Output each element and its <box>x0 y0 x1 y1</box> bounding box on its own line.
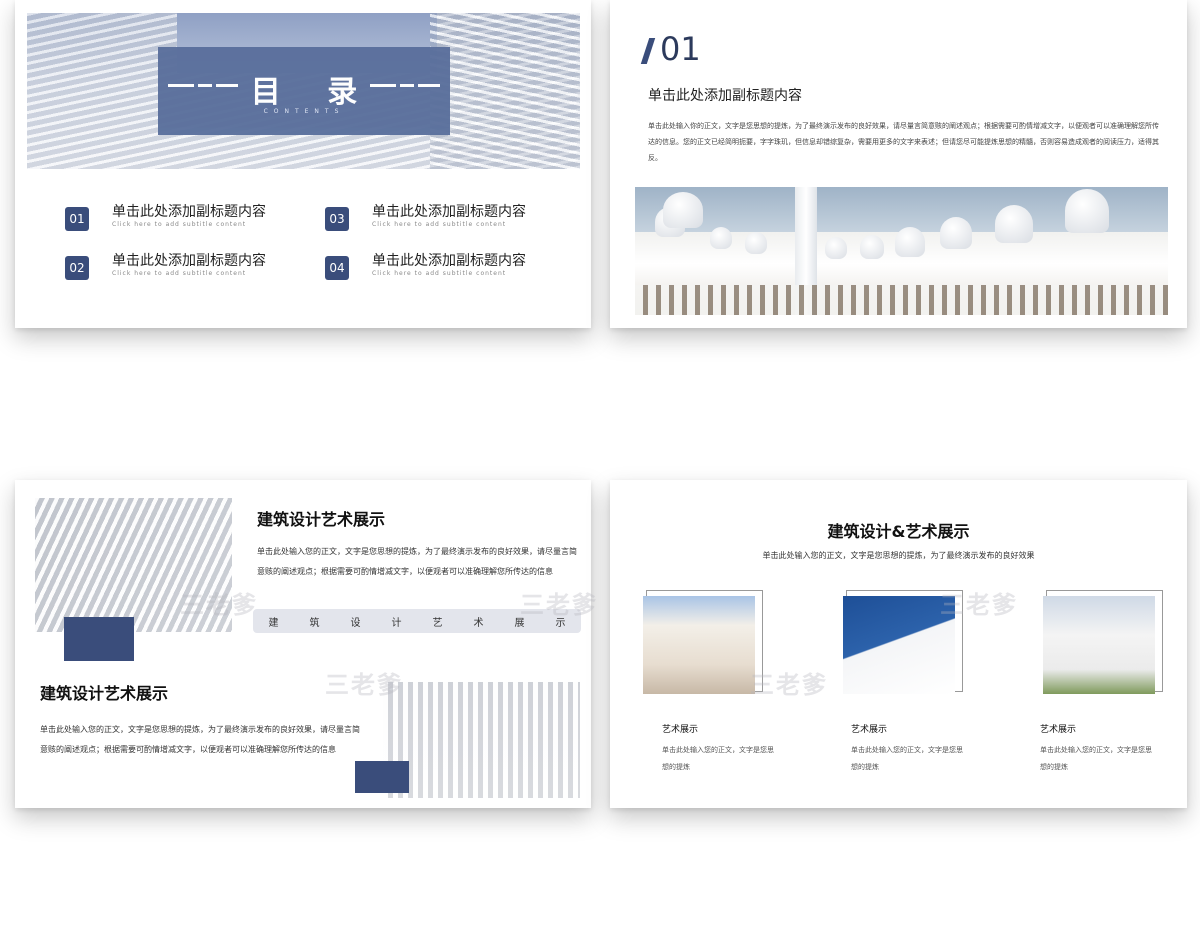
card-body: 单击此处输入您的正文，文字是您思想的提炼 <box>851 746 963 771</box>
toc-item-subtitle: Click here to add subtitle content <box>112 270 247 277</box>
bar-char: 术 <box>473 617 484 629</box>
toc-item-subtitle: Click here to add subtitle content <box>112 221 247 228</box>
section-heading: 建筑设计艺术展示 <box>257 510 386 529</box>
toc-item-subtitle: Click here to add subtitle content <box>372 270 507 277</box>
watermark: 三老爹 <box>325 671 403 699</box>
card-heading: 艺术展示 <box>851 725 888 735</box>
section-body-text: 单击此处输入你的正文，文字是您思想的提炼，为了最终演示发布的良好效果，请尽量言简… <box>648 122 1159 162</box>
section-body-text: 单击此处输入您的正文，文字是您思想的提炼，为了最终演示发布的良好效果，请尽量言简… <box>40 725 360 754</box>
slide-section-01[interactable]: 01 单击此处添加副标题内容 单击此处输入你的正文，文字是您思想的提炼，为了最终… <box>610 0 1187 328</box>
card-body: 单击此处输入您的正文，文字是您思想的提炼 <box>662 746 774 771</box>
navy-accent-block <box>64 617 134 661</box>
slide-architecture-gallery[interactable]: 建筑设计&艺术展示 单击此处输入您的正文，文字是您思想的提炼，为了最终演示发布的… <box>610 480 1187 808</box>
bar-char: 建 <box>268 617 279 629</box>
toc-item-subtitle: Click here to add subtitle content <box>372 221 507 228</box>
arcade <box>635 285 1168 315</box>
toc-item-title: 单击此处添加副标题内容 <box>112 253 266 269</box>
watermark: 三老爹 <box>940 591 1018 619</box>
watermark: 三老爹 <box>520 591 598 619</box>
contents-subtitle: CONTENTS <box>263 108 345 115</box>
mosque-photo <box>635 187 1168 315</box>
contents-title: 目 录 <box>250 75 376 110</box>
toc-item-title: 单击此处添加副标题内容 <box>372 204 526 220</box>
contents-title-box: 目 录 CONTENTS <box>158 47 450 135</box>
hero-ribs <box>430 13 580 169</box>
card-body: 单击此处输入您的正文，文字是您思想的提炼 <box>1040 746 1152 771</box>
bar-char: 设 <box>350 617 361 629</box>
card-photo-balconies <box>643 596 755 694</box>
watermark: 三老爹 <box>750 671 828 699</box>
gallery-subtitle: 单击此处输入您的正文，文字是您思想的提炼，为了最终演示发布的良好效果 <box>762 551 1035 560</box>
watermark: 三老爹 <box>180 591 258 619</box>
section-subtitle: 单击此处添加副标题内容 <box>648 88 802 104</box>
bar-char: 计 <box>391 617 402 629</box>
slash-decoration <box>640 38 656 64</box>
dome-shape <box>1065 189 1109 233</box>
toc-number-badge: 02 <box>65 256 89 280</box>
card-heading: 艺术展示 <box>662 725 699 735</box>
slide-contents[interactable]: 目 录 CONTENTS 01 单击此处添加副标题内容 Click here t… <box>15 0 591 328</box>
toc-item-title: 单击此处添加副标题内容 <box>112 204 266 220</box>
slide-architecture-showcase[interactable]: 建筑设计艺术展示 单击此处输入您的正文，文字是您思想的提炼，为了最终演示发布的良… <box>15 480 591 808</box>
toc-number-badge: 01 <box>65 207 89 231</box>
toc-number-badge: 03 <box>325 207 349 231</box>
bar-char: 筑 <box>309 617 320 629</box>
dome-shape <box>663 192 703 228</box>
dome-shape <box>860 235 884 259</box>
toc-number-badge: 04 <box>325 256 349 280</box>
section-number: 01 <box>660 30 701 68</box>
dome-shape <box>710 227 732 249</box>
dome-shape <box>940 217 972 249</box>
section-body-text: 单击此处输入您的正文，文字是您思想的提炼，为了最终演示发布的良好效果，请尽量言简… <box>257 547 577 576</box>
navy-accent-block <box>355 761 409 793</box>
architecture-photo-2 <box>383 682 580 798</box>
dome-shape <box>895 227 925 257</box>
card-photo-modern-house <box>1043 596 1155 694</box>
card-heading: 艺术展示 <box>1040 725 1077 735</box>
dome-shape <box>825 237 847 259</box>
dome-shape <box>995 205 1033 243</box>
toc-item-title: 单击此处添加副标题内容 <box>372 253 526 269</box>
bar-char: 艺 <box>432 617 443 629</box>
dome-shape <box>745 232 767 254</box>
card-photo-white-building <box>843 596 955 694</box>
section-heading: 建筑设计艺术展示 <box>40 684 169 703</box>
gallery-title: 建筑设计&艺术展示 <box>827 522 970 541</box>
